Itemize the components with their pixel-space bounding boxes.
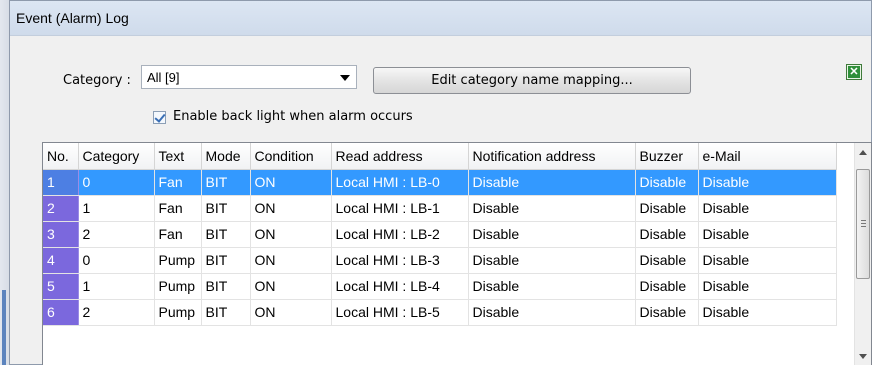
table-row[interactable]: 1 0 Fan BIT ON Local HMI : LB-0 Disable … xyxy=(43,169,837,196)
col-header-category[interactable]: Category xyxy=(78,143,155,170)
cell-buzzer: Disable xyxy=(635,273,699,300)
cell-condition: ON xyxy=(250,273,332,300)
cell-email: Disable xyxy=(698,299,837,326)
vertical-scrollbar[interactable] xyxy=(854,143,871,365)
cell-category: 2 xyxy=(78,299,155,326)
cell-notification: Disable xyxy=(468,195,636,222)
cell-notification: Disable xyxy=(468,299,636,326)
cell-no: 5 xyxy=(43,273,79,300)
cell-read-address: Local HMI : LB-4 xyxy=(331,273,469,300)
cell-buzzer: Disable xyxy=(635,299,699,326)
cell-notification: Disable xyxy=(468,169,636,196)
cell-category: 1 xyxy=(78,273,155,300)
cell-mode: BIT xyxy=(201,273,251,300)
cell-read-address: Local HMI : LB-1 xyxy=(331,195,469,222)
table-row[interactable]: 5 1 Pump BIT ON Local HMI : LB-4 Disable… xyxy=(43,273,837,300)
cell-category: 0 xyxy=(78,169,155,196)
category-label: Category : xyxy=(63,73,131,88)
cell-buzzer: Disable xyxy=(635,169,699,196)
cell-read-address: Local HMI : LB-5 xyxy=(331,299,469,326)
cell-category: 2 xyxy=(78,221,155,248)
alarm-grid: No. Category Text Mode Condition Read ad… xyxy=(43,143,837,326)
cell-mode: BIT xyxy=(201,221,251,248)
dropdown-arrow-icon[interactable] xyxy=(340,75,350,81)
grip-icon xyxy=(861,220,866,227)
col-header-read-address[interactable]: Read address xyxy=(331,143,469,170)
cell-text: Pump xyxy=(154,299,202,326)
excel-export-icon[interactable]: ✕ xyxy=(846,64,862,80)
cell-text: Pump xyxy=(154,273,202,300)
cell-read-address: Local HMI : LB-3 xyxy=(331,247,469,274)
cell-text: Fan xyxy=(154,195,202,222)
cell-text: Fan xyxy=(154,169,202,196)
table-row[interactable]: 3 2 Fan BIT ON Local HMI : LB-2 Disable … xyxy=(43,221,837,248)
left-edge-accent xyxy=(2,290,6,365)
cell-notification: Disable xyxy=(468,247,636,274)
cell-text: Pump xyxy=(154,247,202,274)
cell-read-address: Local HMI : LB-2 xyxy=(331,221,469,248)
cell-text: Fan xyxy=(154,221,202,248)
cell-condition: ON xyxy=(250,195,332,222)
cell-email: Disable xyxy=(698,273,837,300)
table-row[interactable]: 2 1 Fan BIT ON Local HMI : LB-1 Disable … xyxy=(43,195,837,222)
cell-email: Disable xyxy=(698,221,837,248)
col-header-mode[interactable]: Mode xyxy=(201,143,251,170)
edit-category-mapping-button[interactable]: Edit category name mapping... xyxy=(373,67,691,94)
cell-no: 4 xyxy=(43,247,79,274)
cell-mode: BIT xyxy=(201,169,251,196)
table-row[interactable]: 6 2 Pump BIT ON Local HMI : LB-5 Disable… xyxy=(43,299,837,326)
cell-mode: BIT xyxy=(201,299,251,326)
cell-no: 2 xyxy=(43,195,79,222)
scroll-down-arrow-icon[interactable] xyxy=(859,354,867,359)
col-header-buzzer[interactable]: Buzzer xyxy=(635,143,699,170)
cell-buzzer: Disable xyxy=(635,221,699,248)
col-header-no[interactable]: No. xyxy=(43,143,79,170)
col-header-condition[interactable]: Condition xyxy=(250,143,332,170)
cell-condition: ON xyxy=(250,169,332,196)
cell-email: Disable xyxy=(698,247,837,274)
cell-no: 1 xyxy=(43,169,79,196)
cell-no: 3 xyxy=(43,221,79,248)
event-alarm-log-dialog: Event (Alarm) Log ✕ Category : All [9] E… xyxy=(9,0,872,365)
cell-email: Disable xyxy=(698,169,837,196)
cell-email: Disable xyxy=(698,195,837,222)
cell-mode: BIT xyxy=(201,195,251,222)
category-selected-value: All [9] xyxy=(147,70,180,85)
dialog-title: Event (Alarm) Log xyxy=(10,1,871,36)
category-select[interactable]: All [9] xyxy=(141,65,357,89)
cell-no: 6 xyxy=(43,299,79,326)
col-header-email[interactable]: e-Mail xyxy=(698,143,837,170)
table-header-row: No. Category Text Mode Condition Read ad… xyxy=(43,143,837,170)
cell-buzzer: Disable xyxy=(635,247,699,274)
scrollbar-thumb[interactable] xyxy=(856,169,870,279)
cell-notification: Disable xyxy=(468,221,636,248)
left-window-edge xyxy=(0,0,9,365)
cell-condition: ON xyxy=(250,221,332,248)
cell-mode: BIT xyxy=(201,247,251,274)
backlight-label: Enable back light when alarm occurs xyxy=(173,109,413,124)
backlight-checkbox[interactable] xyxy=(153,111,166,124)
table-row[interactable]: 4 0 Pump BIT ON Local HMI : LB-3 Disable… xyxy=(43,247,837,274)
cell-condition: ON xyxy=(250,247,332,274)
cell-condition: ON xyxy=(250,299,332,326)
cell-notification: Disable xyxy=(468,273,636,300)
cell-buzzer: Disable xyxy=(635,195,699,222)
scroll-up-arrow-icon[interactable] xyxy=(859,150,867,155)
col-header-notification-address[interactable]: Notification address xyxy=(468,143,636,170)
cell-read-address: Local HMI : LB-0 xyxy=(331,169,469,196)
col-header-text[interactable]: Text xyxy=(154,143,202,170)
alarm-table: No. Category Text Mode Condition Read ad… xyxy=(42,142,872,365)
cell-category: 0 xyxy=(78,247,155,274)
cell-category: 1 xyxy=(78,195,155,222)
